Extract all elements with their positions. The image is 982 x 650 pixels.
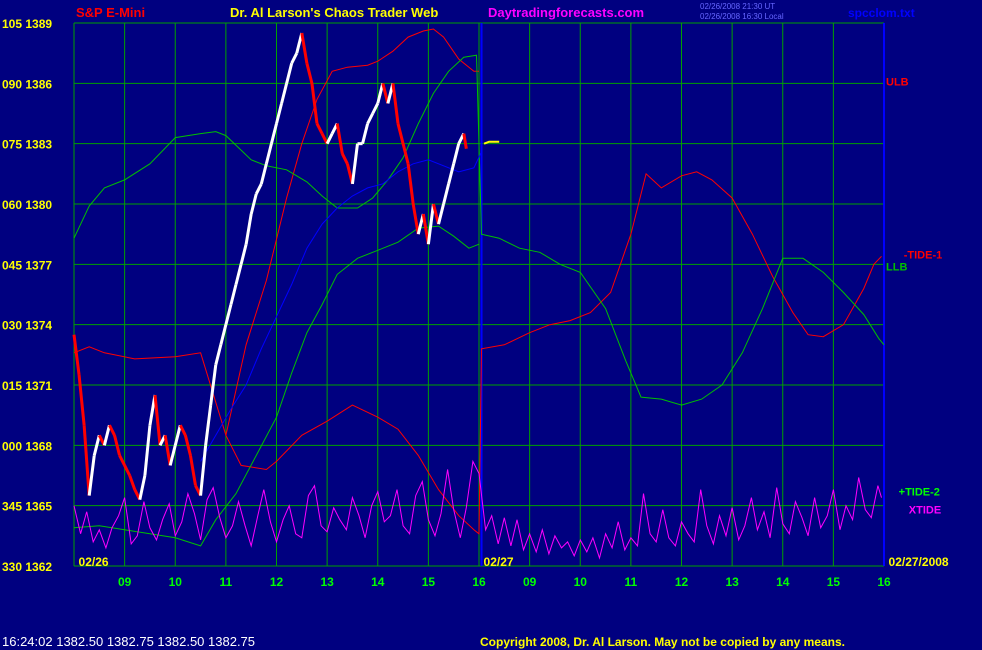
y-tick-label-9: 330 1362 [2,560,52,574]
x-tick-label-8: 09 [523,575,537,589]
x-tick-label-5: 14 [371,575,385,589]
x-tick-label-4: 13 [320,575,334,589]
header-title: Dr. Al Larson's Chaos Trader Web [230,5,438,20]
x-tick-label-14: 15 [827,575,841,589]
header-symbol: S&P E-Mini [76,5,145,20]
x-tick-label-9: 10 [574,575,588,589]
footer-quote: 16:24:02 1382.50 1382.75 1382.50 1382.75 [2,634,255,649]
x-tick-label-6: 15 [422,575,436,589]
y-tick-label-8: 345 1365 [2,500,52,514]
y-tick-label-2: 075 1383 [2,138,52,152]
label-xtide: XTIDE [909,505,941,517]
y-tick-label-7: 000 1368 [2,439,52,453]
x-tick-label-0: 09 [118,575,132,589]
y-tick-label-0: 105 1389 [2,17,52,31]
x-tick-label-1: 10 [169,575,183,589]
x-tick-label-3: 12 [270,575,284,589]
y-tick-label-3: 060 1380 [2,198,52,212]
y-tick-label-1: 090 1386 [2,77,52,91]
date-label-1: 02/27 [484,555,514,569]
label-ulb: ULB [886,76,909,88]
header-file: spcclom.txt [848,6,915,20]
x-tick-label-2: 11 [220,575,233,589]
header-stamp-ut: 02/26/2008 21:30 UT [700,2,775,11]
y-tick-label-4: 045 1377 [2,258,52,272]
x-tick-label-10: 11 [625,575,638,589]
header-stamp-local: 02/26/2008 16:30 Local [700,12,784,21]
label-llb: LLB [886,261,907,273]
label--tide-1: -TIDE-1 [904,249,943,261]
date-label-0: 02/26 [79,555,109,569]
x-tick-label-15: 16 [877,575,891,589]
x-tick-label-12: 13 [725,575,739,589]
chart-canvas: 105 1389 090 1386 075 1383 060 1380 045 1377… [0,0,982,650]
header-site: Daytradingforecasts.com [488,5,644,20]
footer-copyright: Copyright 2008, Dr. Al Larson. May not b… [480,635,845,649]
y-tick-label-5: 030 1374 [2,319,52,333]
label--tide-2: +TIDE-2 [899,487,940,499]
x-tick-label-13: 14 [776,575,790,589]
x-tick-label-11: 12 [675,575,689,589]
x-tick-label-7: 16 [472,575,486,589]
y-tick-label-6: 015 1371 [2,379,52,393]
date-label-2: 02/27/2008 [889,555,949,569]
